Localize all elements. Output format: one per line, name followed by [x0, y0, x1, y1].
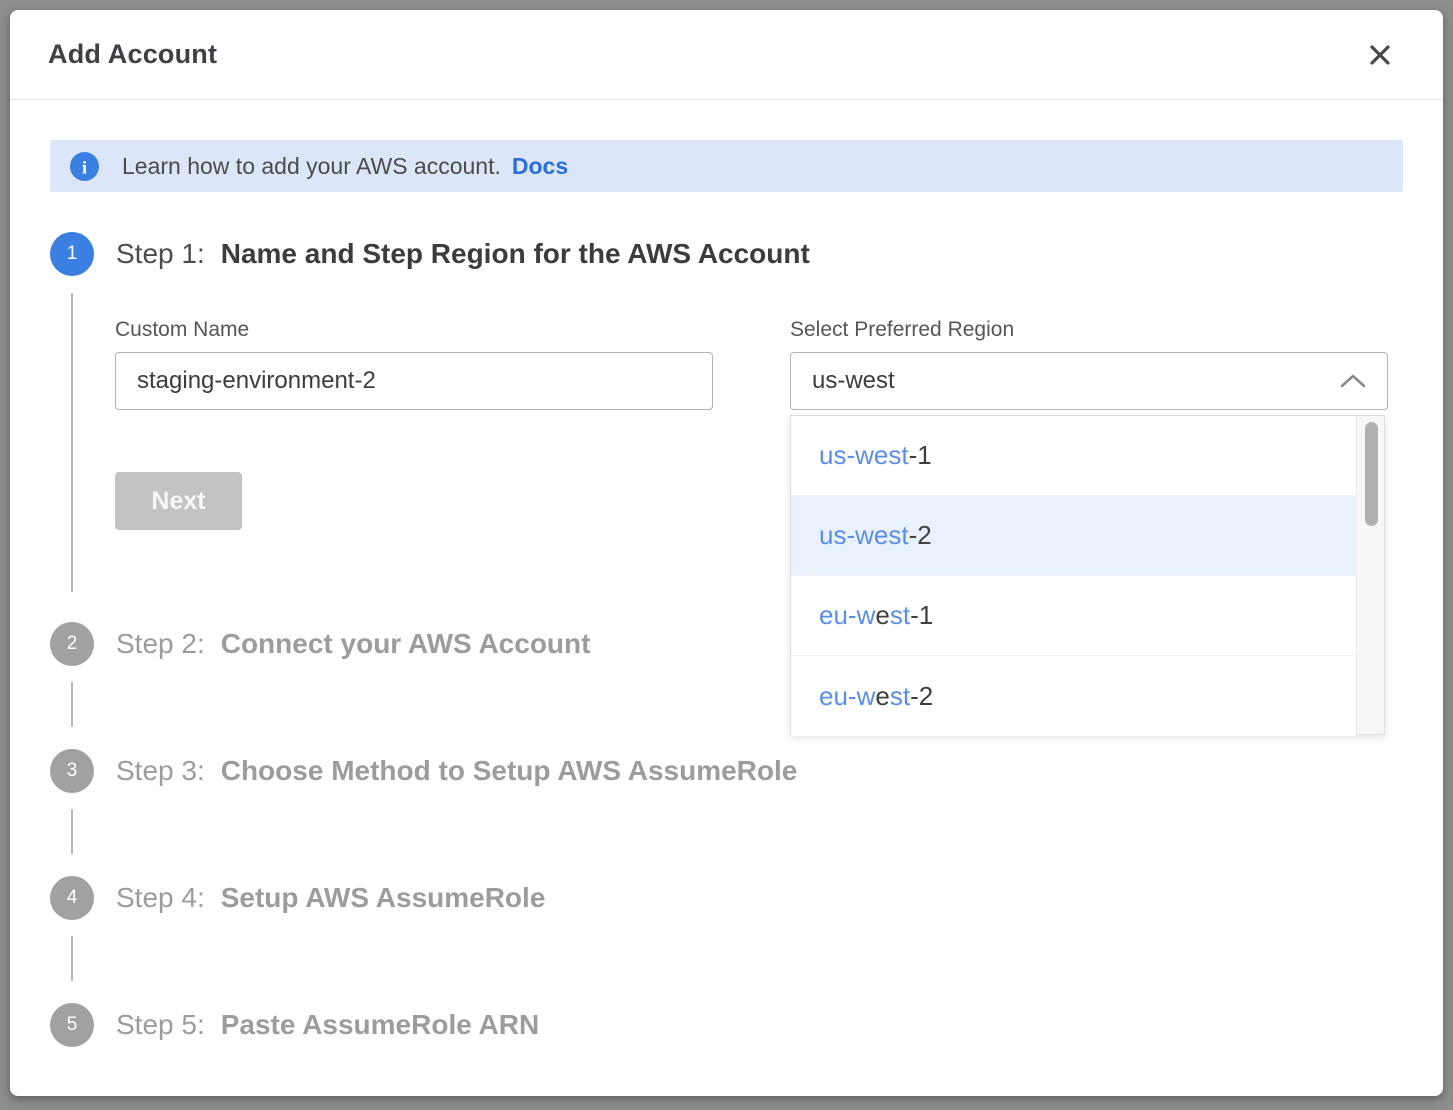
region-option[interactable]: eu-west-2 [791, 656, 1356, 736]
rail-line [71, 809, 73, 854]
step-connector [50, 793, 94, 876]
rail-line [71, 293, 73, 592]
chevron-up-icon [1339, 373, 1367, 389]
steps-wizard: 1 Step 1: Name and Step Region for the A… [50, 232, 1403, 1047]
region-option-text: us-west [819, 520, 909, 551]
custom-name-label: Custom Name [115, 318, 713, 342]
modal-header: Add Account [10, 10, 1443, 100]
custom-name-input[interactable] [115, 352, 713, 410]
region-option-text: eu-w [819, 600, 875, 631]
step-3-title: Choose Method to Setup AWS AssumeRole [221, 755, 798, 787]
region-option-text: e [875, 600, 889, 631]
step-2-heading: Step 2: Connect your AWS Account [116, 628, 590, 660]
dropdown-scrollbar-thumb[interactable] [1365, 422, 1378, 526]
step-1-form: Custom Name Next Select Preferred Region… [115, 276, 1403, 594]
step-3-row: 3 Step 3: Choose Method to Setup AWS Ass… [50, 749, 1403, 793]
step-1-heading: Step 1: Name and Step Region for the AWS… [116, 238, 810, 270]
region-option-text: -1 [910, 600, 933, 631]
rail-line [71, 936, 73, 981]
step-3-heading: Step 3: Choose Method to Setup AWS Assum… [116, 755, 797, 787]
region-column: Select Preferred Region us-west us-west-… [790, 318, 1388, 530]
step-4-title: Setup AWS AssumeRole [221, 882, 546, 914]
region-option-text: st [890, 600, 910, 631]
region-combobox[interactable]: us-west [790, 352, 1388, 410]
region-value: us-west [812, 367, 895, 395]
close-icon [1367, 42, 1393, 68]
step-5-label: Step 5: [116, 1009, 205, 1041]
region-option[interactable]: us-west-2 [791, 496, 1356, 576]
region-option-text: -2 [910, 681, 933, 712]
next-button[interactable]: Next [115, 472, 242, 530]
rail-line [71, 682, 73, 727]
svg-text:i: i [82, 157, 87, 177]
region-option-text: e [875, 681, 889, 712]
step-2-title: Connect your AWS Account [221, 628, 591, 660]
modal-body: i Learn how to add your AWS account. Doc… [10, 100, 1443, 1047]
region-dropdown: us-west-1us-west-2eu-west-1eu-west-2 [790, 415, 1385, 735]
docs-link[interactable]: Docs [512, 153, 568, 180]
overlay-frame: Add Account i Learn how to add your AWS … [0, 0, 1453, 1110]
step-1-row: 1 Step 1: Name and Step Region for the A… [50, 232, 1403, 276]
close-button[interactable] [1363, 38, 1397, 72]
step-4-label: Step 4: [116, 882, 205, 914]
add-account-modal: Add Account i Learn how to add your AWS … [10, 10, 1443, 1096]
region-dropdown-list: us-west-1us-west-2eu-west-1eu-west-2 [791, 416, 1356, 734]
step-connector [50, 666, 94, 749]
info-icon: i [70, 152, 99, 181]
step-4-heading: Step 4: Setup AWS AssumeRole [116, 882, 545, 914]
step-5-row: 5 Step 5: Paste AssumeRole ARN [50, 1003, 1403, 1047]
step-1-indicator: 1 [50, 232, 94, 276]
region-option[interactable]: us-west-1 [791, 416, 1356, 496]
region-option-text: -1 [909, 440, 932, 471]
step-2-label: Step 2: [116, 628, 205, 660]
region-option-text: -2 [909, 520, 932, 551]
step-4-row: 4 Step 4: Setup AWS AssumeRole [50, 876, 1403, 920]
region-option-text: st [890, 681, 910, 712]
step-3-label: Step 3: [116, 755, 205, 787]
step-1-title: Name and Step Region for the AWS Account [221, 238, 810, 270]
step-connector [50, 920, 94, 1003]
custom-name-column: Custom Name Next [115, 318, 713, 530]
step-1-label: Step 1: [116, 238, 205, 270]
step-2-indicator: 2 [50, 622, 94, 666]
step-1-content: Custom Name Next Select Preferred Region… [50, 276, 1403, 594]
modal-title: Add Account [48, 39, 217, 70]
banner-text: Learn how to add your AWS account. [122, 153, 501, 180]
region-option-text: eu-w [819, 681, 875, 712]
region-option[interactable]: eu-west-1 [791, 576, 1356, 656]
region-label: Select Preferred Region [790, 318, 1388, 342]
region-option-text: us-west [819, 440, 909, 471]
dropdown-scrollbar[interactable] [1356, 416, 1384, 734]
step-5-heading: Step 5: Paste AssumeRole ARN [116, 1009, 539, 1041]
step-1-rail [50, 276, 94, 594]
step-4-indicator: 4 [50, 876, 94, 920]
step-5-indicator: 5 [50, 1003, 94, 1047]
step-5-title: Paste AssumeRole ARN [221, 1009, 539, 1041]
info-banner: i Learn how to add your AWS account. Doc… [50, 140, 1403, 192]
step-3-indicator: 3 [50, 749, 94, 793]
